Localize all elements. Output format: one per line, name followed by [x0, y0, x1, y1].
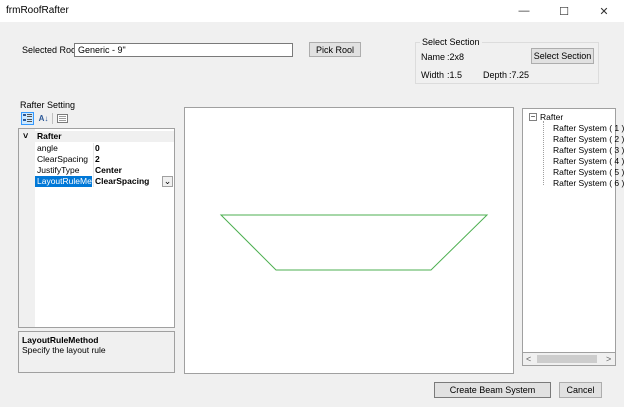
roof-outline-shape	[219, 214, 489, 271]
scrollbar-thumb[interactable]	[537, 355, 597, 363]
property-grid: ˅ Rafter angle 0 ClearSpacing 2 JustifyT…	[18, 128, 175, 328]
close-icon: ✕	[599, 5, 609, 18]
section-name-label: Name	[421, 52, 446, 62]
scroll-left-icon[interactable]: <	[526, 354, 531, 364]
tree-item-rafter-system-6[interactable]: Rafter System ( 6 )	[553, 178, 624, 188]
tree-item-rafter-system-3[interactable]: Rafter System ( 3 )	[553, 145, 624, 155]
create-beam-system-button[interactable]: Create Beam System	[434, 382, 551, 398]
property-pages-button[interactable]	[56, 112, 69, 125]
layout-rule-dropdown-button[interactable]: ⌄	[162, 176, 173, 187]
window-title: frmRoofRafter	[6, 5, 69, 16]
tree-line	[543, 121, 544, 185]
chevron-down-icon: ⌄	[163, 176, 172, 186]
section-name-value: :2x8	[447, 52, 465, 62]
selected-roof-label: Selected Roof	[22, 45, 79, 55]
alphabetical-button[interactable]: A↓	[37, 112, 50, 125]
property-grid-body: ˅ Rafter angle 0 ClearSpacing 2 JustifyT…	[19, 129, 174, 327]
select-section-title: Select Section	[420, 37, 482, 47]
property-pages-icon	[57, 114, 68, 123]
tree-horizontal-scrollbar[interactable]: < >	[522, 352, 616, 366]
property-value[interactable]: 0	[93, 143, 100, 154]
rafter-tree-view[interactable]: − Rafter Rafter System ( 1 ) Rafter Syst…	[522, 108, 624, 366]
property-grid-toolbar: A↓	[18, 110, 175, 127]
select-section-button[interactable]: Select Section	[531, 48, 594, 64]
title-bar: frmRoofRafter — ☐ ✕	[0, 0, 624, 22]
maximize-button[interactable]: ☐	[544, 0, 584, 22]
sort-az-icon: A↓	[38, 114, 49, 123]
tree-root-toggle[interactable]: −	[529, 113, 537, 121]
property-value[interactable]: 2	[93, 154, 100, 165]
minimize-button[interactable]: —	[504, 0, 544, 22]
property-name: JustifyType	[37, 165, 80, 175]
property-value[interactable]: ClearSpacing	[93, 176, 149, 187]
description-text: Specify the layout rule	[22, 345, 106, 355]
property-name: ClearSpacing	[37, 154, 89, 164]
minimize-icon: —	[518, 5, 530, 17]
selected-roof-field[interactable]: Generic - 9"	[74, 43, 293, 57]
property-name: angle	[37, 143, 58, 153]
tree-item-rafter-system-2[interactable]: Rafter System ( 2 )	[553, 134, 624, 144]
property-value[interactable]: Center	[93, 165, 122, 176]
rafter-setting-title: Rafter Setting	[20, 100, 76, 110]
section-width-value: :1.5	[447, 70, 463, 80]
property-description-pane: LayoutRuleMethod Specify the layout rule	[18, 331, 175, 373]
categorized-icon	[23, 114, 32, 122]
section-width-label: Width	[421, 70, 445, 80]
close-button[interactable]: ✕	[584, 0, 624, 22]
property-name-selected: LayoutRuleMeth	[35, 176, 92, 187]
category-label: Rafter	[37, 131, 62, 141]
tree-item-rafter-system-5[interactable]: Rafter System ( 5 )	[553, 167, 624, 177]
pick-roof-button[interactable]: Pick Rool	[309, 42, 361, 57]
toolbar-separator	[52, 113, 53, 124]
category-toggle-icon[interactable]: ˅	[23, 131, 28, 141]
categorized-button[interactable]	[21, 112, 34, 125]
section-depth-label: Depth	[483, 70, 508, 80]
property-row-layoutrulemethod[interactable]: LayoutRuleMeth ClearSpacing ⌄	[19, 176, 174, 187]
section-depth-value: :7.25	[509, 70, 530, 80]
maximize-icon: ☐	[559, 5, 569, 18]
collapse-icon: −	[530, 112, 536, 121]
tree-item-rafter-system-1[interactable]: Rafter System ( 1 )	[553, 123, 624, 133]
tree-item-rafter-system-4[interactable]: Rafter System ( 4 )	[553, 156, 624, 166]
category-row-rafter[interactable]: ˅ Rafter	[19, 131, 174, 142]
description-title: LayoutRuleMethod	[22, 335, 99, 345]
roof-preview-canvas[interactable]	[184, 107, 514, 374]
property-row-angle[interactable]: angle 0	[19, 143, 171, 154]
property-row-clearspacing[interactable]: ClearSpacing 2	[19, 154, 171, 165]
scroll-right-icon[interactable]: >	[606, 354, 611, 364]
property-row-justifytype[interactable]: JustifyType Center	[19, 165, 171, 176]
cancel-button[interactable]: Cancel	[559, 382, 602, 398]
column-divider	[93, 143, 94, 187]
